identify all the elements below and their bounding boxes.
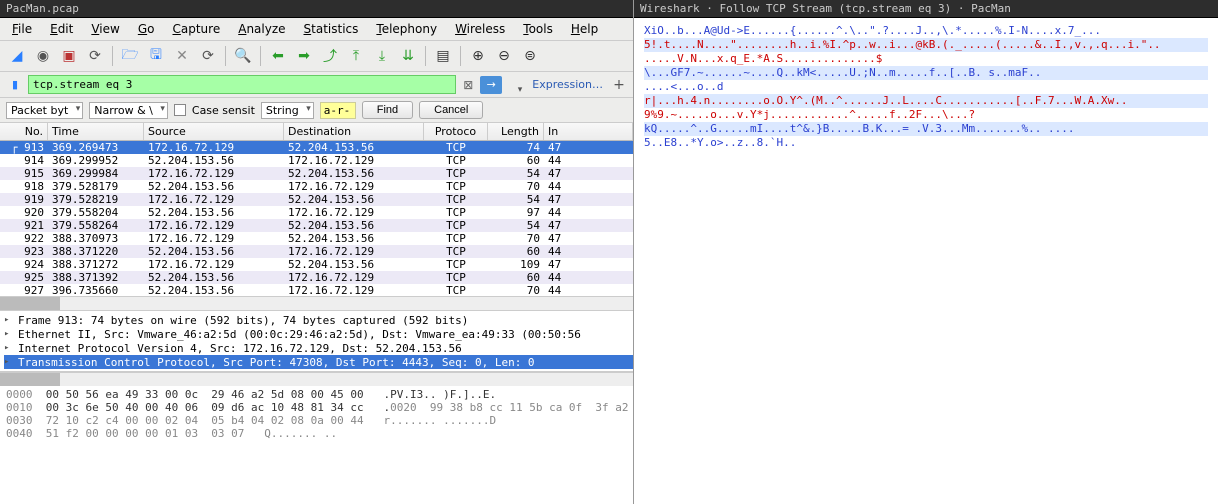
tree-row[interactable]: ▸Frame 913: 74 bytes on wire (592 bits),…	[4, 313, 633, 327]
zoom-in-icon[interactable]: ⊕	[467, 45, 489, 67]
zoom-reset-icon[interactable]: ⊜	[519, 45, 541, 67]
window-title: PacMan.pcap	[0, 0, 633, 18]
menu-go[interactable]: Go	[130, 20, 163, 38]
expand-icon[interactable]: ▸	[4, 315, 14, 325]
find-input[interactable]	[320, 102, 356, 119]
open-file-icon[interactable]: 🗁	[119, 45, 141, 67]
save-icon[interactable]: 🖫	[145, 45, 167, 67]
find-button[interactable]: Find	[362, 101, 413, 119]
menu-tools[interactable]: Tools	[515, 20, 561, 38]
restart-icon[interactable]: ⟳	[84, 45, 106, 67]
bookmark-icon[interactable]: ▮	[6, 76, 24, 94]
menu-wireless[interactable]: Wireless	[447, 20, 513, 38]
auto-scroll-icon[interactable]: ⇊	[397, 45, 419, 67]
menu-file[interactable]: File	[4, 20, 40, 38]
zoom-out-icon[interactable]: ⊖	[493, 45, 515, 67]
expand-icon[interactable]: ▸	[4, 357, 14, 367]
table-row[interactable]: 918379.52817952.204.153.56172.16.72.129T…	[0, 180, 633, 193]
table-row[interactable]: 923388.37122052.204.153.56172.16.72.129T…	[0, 245, 633, 258]
go-to-icon[interactable]: ⤴	[319, 45, 341, 67]
go-first-icon[interactable]: ⤒	[345, 45, 367, 67]
packet-list-hscroll[interactable]	[0, 296, 633, 310]
find-bar: Packet byt Narrow & \ Case sensit String…	[0, 98, 633, 123]
find-charset-dropdown[interactable]: Narrow & \	[89, 102, 168, 119]
table-row[interactable]: 927396.73566052.204.153.56172.16.72.129T…	[0, 284, 633, 296]
table-row[interactable]: 921379.558264172.16.72.12952.204.153.56T…	[0, 219, 633, 232]
table-row[interactable]: 920379.55820452.204.153.56172.16.72.129T…	[0, 206, 633, 219]
tree-row[interactable]: ▸Transmission Control Protocol, Src Port…	[4, 355, 633, 369]
packet-bytes[interactable]: 0000 00 50 56 ea 49 33 00 0c 29 46 a2 5d…	[0, 386, 633, 504]
table-row[interactable]: 925388.37139252.204.153.56172.16.72.129T…	[0, 271, 633, 284]
shark-fin-icon[interactable]: ◢	[6, 45, 28, 67]
packet-list[interactable]: No. Time Source Destination Protoco Leng…	[0, 123, 633, 296]
go-forward-icon[interactable]: ➡	[293, 45, 315, 67]
packet-details-tree[interactable]: ▸Frame 913: 74 bytes on wire (592 bits),…	[0, 310, 633, 372]
stop-icon[interactable]: ▣	[58, 45, 80, 67]
table-row[interactable]: 914369.29995252.204.153.56172.16.72.129T…	[0, 154, 633, 167]
menu-capture[interactable]: Capture	[164, 20, 228, 38]
menu-statistics[interactable]: Statistics	[296, 20, 367, 38]
find-scope-dropdown[interactable]: Packet byt	[6, 102, 83, 119]
reload-icon[interactable]: ⟳	[197, 45, 219, 67]
columns-icon[interactable]: ▤	[432, 45, 454, 67]
packet-list-body[interactable]: ┌ 913369.269473172.16.72.12952.204.153.5…	[0, 141, 633, 296]
menu-edit[interactable]: Edit	[42, 20, 81, 38]
expression-link[interactable]: Expression…	[528, 78, 607, 91]
menubar: FileEditViewGoCaptureAnalyzeStatisticsTe…	[0, 18, 633, 41]
display-filter-bar: ▮ ⊠ → Expression… +	[0, 72, 633, 98]
case-sensitive-checkbox[interactable]	[174, 104, 186, 116]
expand-icon[interactable]: ▸	[4, 343, 14, 353]
menu-help[interactable]: Help	[563, 20, 606, 38]
menu-telephony[interactable]: Telephony	[368, 20, 445, 38]
table-row[interactable]: 922388.370973172.16.72.12952.204.153.56T…	[0, 232, 633, 245]
close-file-icon[interactable]: ✕	[171, 45, 193, 67]
go-last-icon[interactable]: ⤓	[371, 45, 393, 67]
packet-details-hscroll[interactable]	[0, 372, 633, 386]
main-toolbar: ◢ ◉ ▣ ⟳ 🗁 🖫 ✕ ⟳ 🔍 ⬅ ➡ ⤴ ⤒ ⤓ ⇊ ▤ ⊕ ⊖ ⊜	[0, 41, 633, 72]
table-row[interactable]: 924388.371272172.16.72.12952.204.153.56T…	[0, 258, 633, 271]
tree-row[interactable]: ▸Internet Protocol Version 4, Src: 172.1…	[4, 341, 633, 355]
expand-icon[interactable]: ▸	[4, 329, 14, 339]
table-row[interactable]: 919379.528219172.16.72.12952.204.153.56T…	[0, 193, 633, 206]
display-filter-input[interactable]	[28, 75, 456, 94]
find-type-dropdown[interactable]: String	[261, 102, 314, 119]
apply-filter-button[interactable]: →	[480, 76, 502, 94]
case-sensitive-label: Case sensit	[192, 104, 255, 117]
follow-stream-title: Wireshark · Follow TCP Stream (tcp.strea…	[634, 0, 1218, 18]
add-filter-button[interactable]: +	[611, 77, 627, 93]
table-row[interactable]: 915369.299984172.16.72.12952.204.153.56T…	[0, 167, 633, 180]
menu-view[interactable]: View	[83, 20, 127, 38]
clear-filter-icon[interactable]: ⊠	[460, 77, 476, 93]
tree-row[interactable]: ▸Ethernet II, Src: Vmware_46:a2:5d (00:0…	[4, 327, 633, 341]
menu-analyze[interactable]: Analyze	[230, 20, 293, 38]
go-back-icon[interactable]: ⬅	[267, 45, 289, 67]
find-icon[interactable]: 🔍	[232, 45, 254, 67]
follow-stream-content[interactable]: XiO..b...A@Ud->E......{......^.\..".?...…	[634, 18, 1218, 504]
table-row[interactable]: ┌ 913369.269473172.16.72.12952.204.153.5…	[0, 141, 633, 154]
capture-options-icon[interactable]: ◉	[32, 45, 54, 67]
cancel-button[interactable]: Cancel	[419, 101, 483, 119]
packet-list-header: No. Time Source Destination Protoco Leng…	[0, 123, 633, 141]
recent-filters-dropdown[interactable]	[506, 84, 524, 86]
